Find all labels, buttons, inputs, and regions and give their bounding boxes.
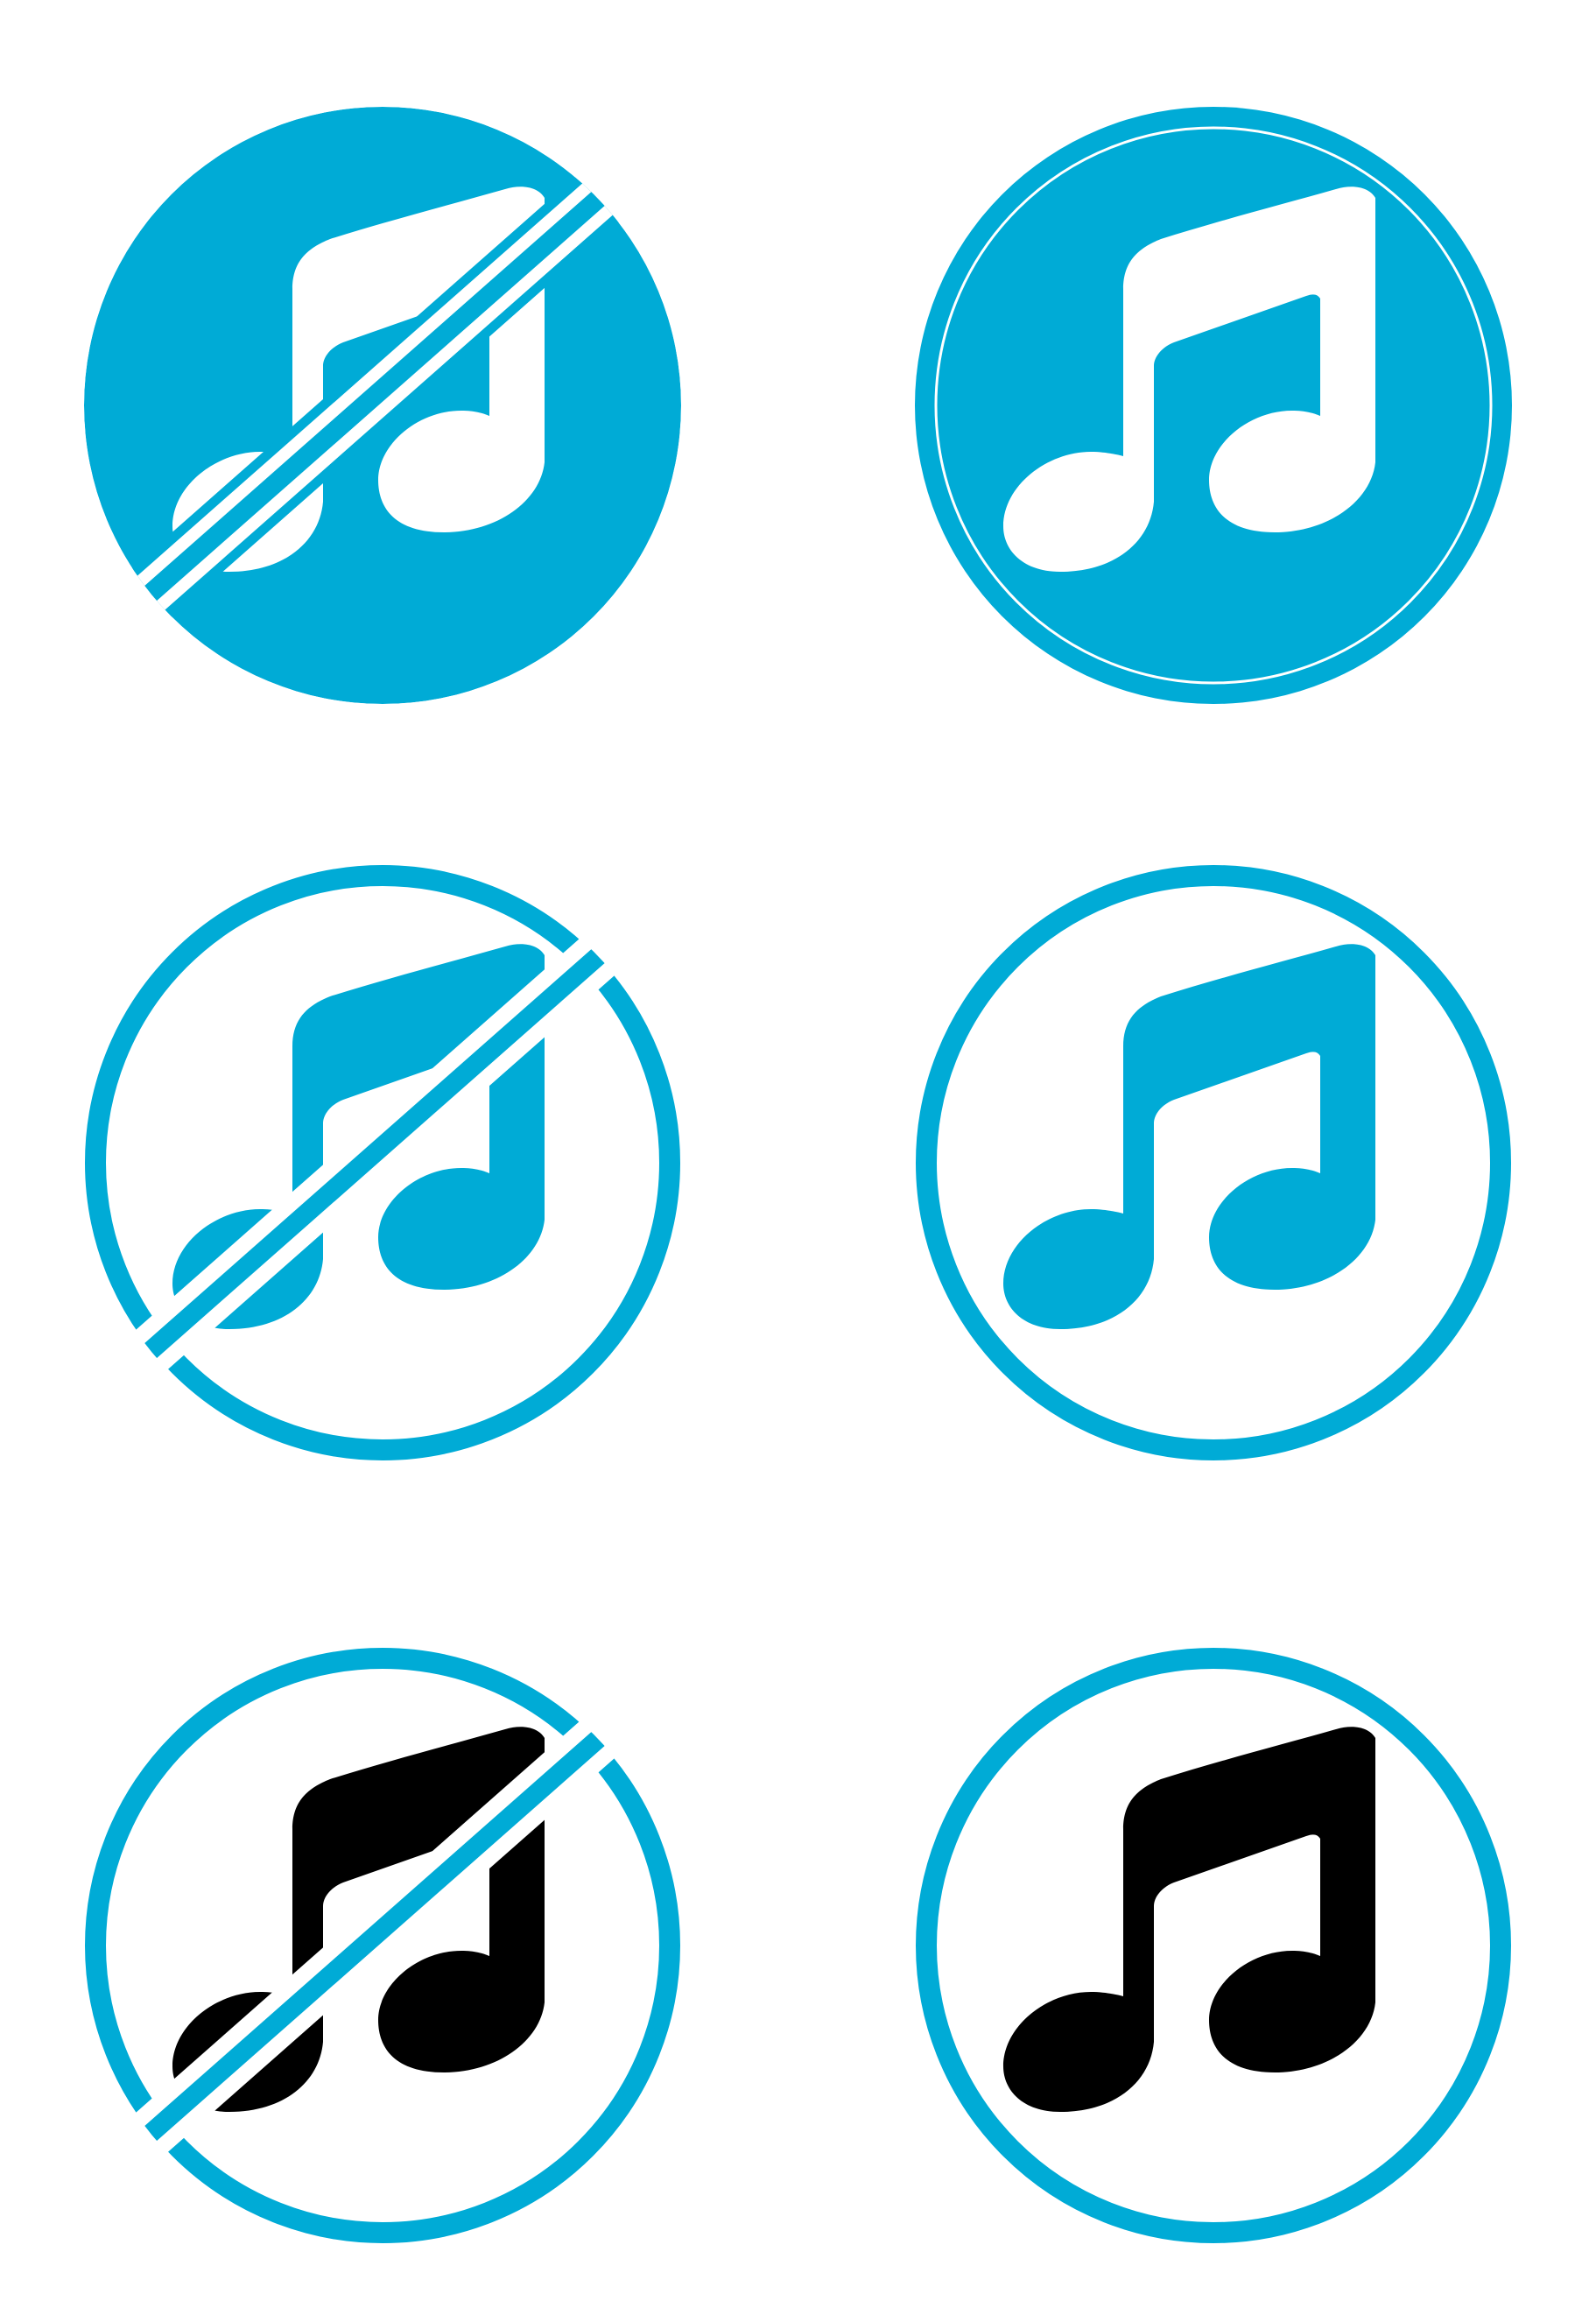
music-note-icon (916, 865, 1511, 1460)
music-note-icon (916, 1648, 1511, 2243)
music-off-icon (84, 1648, 680, 2243)
icon-sheet (84, 107, 1512, 2243)
music-note-icon (915, 107, 1512, 704)
music-off-icon (84, 107, 681, 704)
music-off-icon (84, 865, 680, 1460)
